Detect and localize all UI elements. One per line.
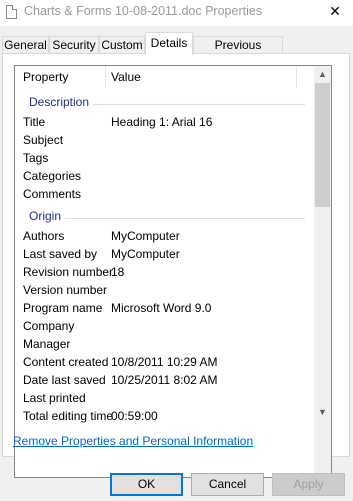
group-description: Description — [15, 95, 313, 113]
column-header-property[interactable]: Property — [23, 70, 68, 84]
window-title: Charts & Forms 10-08-2011.doc Properties — [24, 4, 263, 18]
close-button[interactable]: ✕ — [327, 2, 343, 20]
property-row-subject[interactable]: Subject — [15, 131, 313, 149]
list-header: Property Value — [15, 66, 313, 88]
tab-general[interactable]: General — [2, 36, 49, 54]
vertical-scrollbar[interactable]: ▲ ▼ — [314, 66, 331, 477]
properties-list[interactable]: Property Value Description Title Heading… — [14, 65, 332, 478]
tab-security[interactable]: Security — [49, 36, 99, 54]
property-value[interactable]: Microsoft Word 9.0 — [111, 301, 211, 315]
property-row-total-editing-time[interactable]: Total editing time 00:59:00 — [15, 407, 313, 425]
property-value[interactable]: Heading 1: Arial 16 — [111, 115, 212, 129]
property-row-date-last-saved[interactable]: Date last saved 10/25/2011 8:02 AM — [15, 371, 313, 389]
scroll-up-arrow-icon[interactable]: ▲ — [314, 66, 331, 83]
property-name: Total editing time — [23, 409, 114, 423]
remove-properties-link[interactable]: Remove Properties and Personal Informati… — [13, 434, 253, 448]
tab-strip: General Security Custom Details Previous… — [0, 26, 353, 68]
group-title: Description — [29, 95, 94, 109]
property-name: Comments — [23, 187, 82, 201]
property-name: Version number — [23, 283, 108, 297]
property-name: Revision number — [23, 265, 114, 279]
group-divider — [29, 218, 305, 219]
tab-custom[interactable]: Custom — [99, 36, 145, 54]
property-row-categories[interactable]: Categories — [15, 167, 313, 185]
property-name: Title — [23, 115, 46, 129]
property-name: Manager — [23, 337, 71, 351]
tab-details[interactable]: Details — [145, 32, 193, 55]
property-name: Last saved by — [23, 247, 98, 261]
document-icon — [6, 5, 17, 19]
property-row-manager[interactable]: Manager — [15, 335, 313, 353]
apply-button[interactable]: Apply — [272, 473, 345, 496]
tab-previous-versions[interactable]: Previous Versions — [193, 36, 283, 68]
property-name: Program name — [23, 301, 103, 315]
property-row-authors[interactable]: Authors MyComputer — [15, 227, 313, 245]
scroll-down-arrow-icon[interactable]: ▼ — [314, 404, 331, 421]
property-name: Subject — [23, 133, 64, 147]
property-name: Authors — [23, 229, 65, 243]
property-name: Categories — [23, 169, 82, 183]
property-name: Content created — [23, 355, 109, 369]
property-row-company[interactable]: Company — [15, 317, 313, 335]
group-title: Origin — [29, 209, 66, 223]
property-value[interactable]: MyComputer — [111, 229, 180, 243]
column-divider[interactable] — [105, 66, 106, 88]
property-row-tags[interactable]: Tags — [15, 149, 313, 167]
group-origin: Origin — [15, 209, 313, 227]
property-row-program-name[interactable]: Program name Microsoft Word 9.0 — [15, 299, 313, 317]
ok-button[interactable]: OK — [110, 473, 183, 496]
column-header-value[interactable]: Value — [111, 70, 141, 84]
property-row-content-created[interactable]: Content created 10/8/2011 10:29 AM — [15, 353, 313, 371]
property-row-comments[interactable]: Comments — [15, 185, 313, 203]
property-row-last-printed[interactable]: Last printed — [15, 389, 313, 407]
details-panel: Property Value Description Title Heading… — [2, 53, 350, 478]
property-name: Company — [23, 319, 75, 333]
property-name: Last printed — [23, 391, 86, 405]
property-row-title[interactable]: Title Heading 1: Arial 16 — [15, 113, 313, 131]
property-value[interactable]: 18 — [111, 265, 124, 279]
property-name: Tags — [23, 151, 49, 165]
property-value[interactable]: 10/25/2011 8:02 AM — [111, 373, 218, 387]
property-value[interactable]: MyComputer — [111, 247, 180, 261]
scroll-thumb[interactable] — [315, 83, 330, 207]
property-row-last-saved-by[interactable]: Last saved by MyComputer — [15, 245, 313, 263]
property-value[interactable]: 10/8/2011 10:29 AM — [111, 355, 218, 369]
property-value[interactable]: 00:59:00 — [111, 409, 158, 423]
title-bar: Charts & Forms 10-08-2011.doc Properties… — [0, 0, 353, 26]
property-row-version-number[interactable]: Version number — [15, 281, 313, 299]
property-row-revision-number[interactable]: Revision number 18 — [15, 263, 313, 281]
column-divider[interactable] — [296, 66, 297, 88]
cancel-button[interactable]: Cancel — [191, 473, 264, 496]
property-name: Date last saved — [23, 373, 106, 387]
